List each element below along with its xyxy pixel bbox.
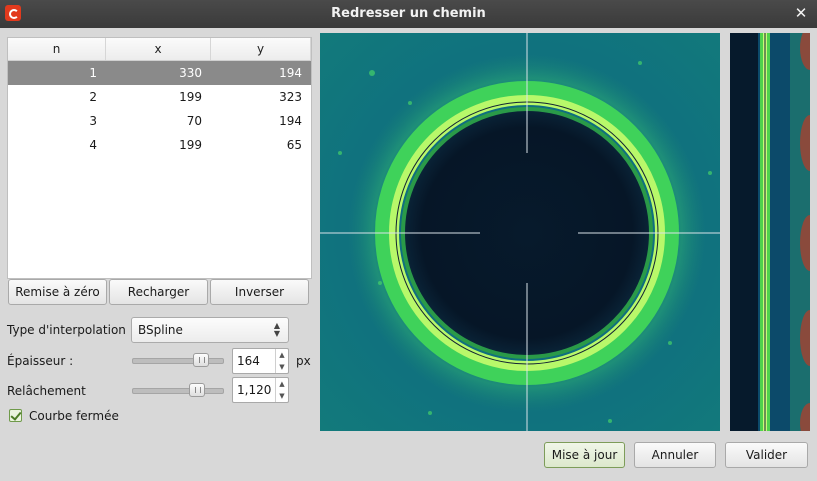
- relaxation-value: 1,120: [237, 383, 272, 397]
- cell-n: 3: [89, 114, 97, 128]
- cell-x: 70: [186, 114, 202, 128]
- relaxation-label: Relâchement: [7, 384, 86, 398]
- reload-button[interactable]: Recharger: [109, 279, 208, 305]
- table-row[interactable]: 1 330 194: [8, 61, 311, 85]
- spin-arrows-icon[interactable]: ▲ ▼: [275, 349, 288, 373]
- cell-y: 194: [279, 114, 302, 128]
- relaxation-spinbox[interactable]: 1,120 ▲ ▼: [232, 377, 289, 403]
- validate-button[interactable]: Valider: [725, 442, 808, 468]
- relaxation-slider[interactable]: [132, 382, 224, 398]
- thickness-label: Épaisseur :: [7, 354, 74, 368]
- cancel-button[interactable]: Annuler: [634, 442, 716, 468]
- interpolation-select[interactable]: BSpline ▲ ▼: [131, 317, 289, 343]
- column-header-x[interactable]: x: [106, 38, 211, 60]
- thickness-spinbox[interactable]: 164 ▲ ▼: [232, 348, 289, 374]
- cell-n: 2: [89, 90, 97, 104]
- thickness-value: 164: [237, 354, 260, 368]
- image-preview[interactable]: [320, 33, 720, 431]
- column-header-y[interactable]: y: [211, 38, 311, 60]
- table-row[interactable]: 2 199 323: [8, 85, 311, 109]
- table-row[interactable]: 3 70 194: [8, 109, 311, 133]
- closed-curve-checkbox[interactable]: [9, 409, 22, 422]
- points-table[interactable]: n x y 1 330 194 2 199 323 3 70 194 4 199…: [7, 37, 312, 279]
- window-title: Redresser un chemin: [331, 6, 486, 21]
- thickness-slider[interactable]: [132, 352, 224, 368]
- strip-dark-band: [730, 33, 758, 431]
- column-header-n[interactable]: n: [8, 38, 107, 60]
- cell-x: 199: [179, 90, 202, 104]
- cell-y: 194: [279, 66, 302, 80]
- interpolation-label: Type d'interpolation :: [7, 323, 134, 337]
- reset-button[interactable]: Remise à zéro: [8, 279, 107, 305]
- update-button[interactable]: Mise à jour: [544, 442, 625, 468]
- slider-handle[interactable]: [193, 353, 209, 367]
- title-bar: Redresser un chemin ✕: [0, 0, 817, 28]
- slider-groove: [132, 388, 224, 394]
- thickness-unit: px: [296, 354, 311, 368]
- closed-curve-label: Courbe fermée: [29, 409, 119, 423]
- dialog-body: n x y 1 330 194 2 199 323 3 70 194 4 199…: [0, 28, 817, 481]
- table-row[interactable]: 4 199 65: [8, 133, 311, 157]
- table-header: n x y: [8, 38, 311, 61]
- slider-groove: [132, 358, 224, 364]
- slider-handle[interactable]: [189, 383, 205, 397]
- cell-n: 1: [89, 66, 97, 80]
- cell-x: 199: [179, 138, 202, 152]
- cell-x: 330: [179, 66, 202, 80]
- cell-y: 323: [279, 90, 302, 104]
- cell-y: 65: [286, 138, 302, 152]
- close-icon[interactable]: ✕: [792, 4, 810, 22]
- spin-arrows-icon[interactable]: ▲ ▼: [275, 378, 288, 402]
- interpolation-value: BSpline: [138, 323, 183, 337]
- straightened-preview: [730, 33, 810, 431]
- invert-button[interactable]: Inverser: [210, 279, 309, 305]
- cell-n: 4: [89, 138, 97, 152]
- updown-arrows-icon: ▲ ▼: [273, 321, 280, 338]
